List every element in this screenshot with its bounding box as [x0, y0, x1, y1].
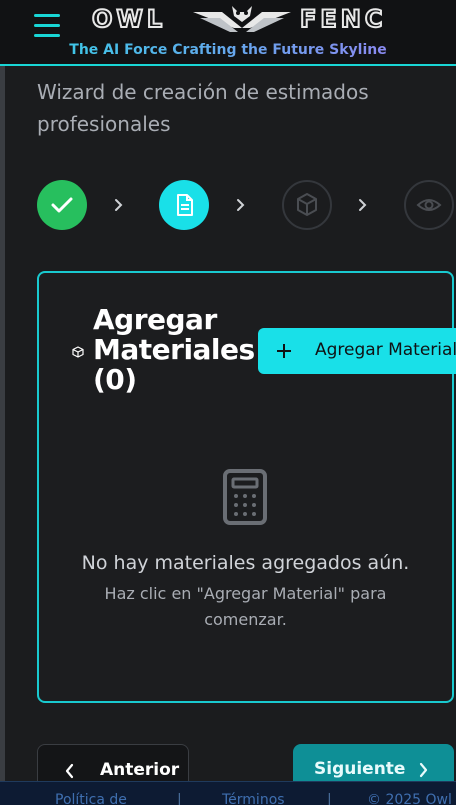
- chevron-right-icon: [419, 762, 428, 778]
- eye-icon: [416, 199, 442, 211]
- step-3-pending[interactable]: [282, 180, 332, 230]
- add-material-button[interactable]: Agregar Material: [258, 328, 456, 374]
- step-1-completed[interactable]: [37, 180, 87, 230]
- copyright-text: © 2025 Owl: [367, 792, 452, 805]
- cube-icon: [72, 346, 84, 358]
- cube-icon: [297, 193, 317, 216]
- hamburger-menu-icon[interactable]: [34, 14, 60, 38]
- previous-label: Anterior: [100, 760, 180, 780]
- step-4-pending[interactable]: [404, 180, 454, 230]
- chevron-right-icon: [359, 199, 367, 211]
- plus-icon: [277, 344, 291, 358]
- privacy-link[interactable]: Política de: [55, 792, 127, 805]
- materials-title: Agregar Materiales (0): [93, 303, 255, 396]
- empty-state-hint: Haz clic en "Agregar Material" para come…: [104, 584, 387, 629]
- chevron-right-icon: [115, 199, 123, 211]
- step-2-active[interactable]: [159, 180, 209, 230]
- check-icon: [51, 197, 73, 213]
- chevron-left-icon: [65, 763, 74, 779]
- document-icon: [177, 194, 193, 216]
- next-label: Siguiente: [314, 759, 406, 779]
- terms-link[interactable]: Términos: [222, 792, 285, 805]
- brand-left-text: OWL: [92, 5, 166, 33]
- empty-state-title: No hay materiales agregados aún.: [81, 552, 410, 574]
- owl-fenc-logo: OWL FENC: [92, 4, 387, 34]
- owl-wings-icon: [193, 6, 291, 32]
- window-edge: [0, 0, 5, 804]
- calculator-icon: [223, 469, 267, 525]
- wizard-subtitle: Wizard de creación de estimados profesio…: [37, 80, 369, 136]
- tagline: The AI Force Crafting the Future Skyline: [0, 42, 456, 58]
- add-material-label: Agregar Material: [315, 340, 456, 360]
- chevron-right-icon: [237, 199, 245, 211]
- brand-right-text: FENC: [300, 5, 387, 33]
- app-header: OWL FENC The AI Force Crafting the Futur…: [0, 0, 456, 66]
- footer: Política de | Términos | © 2025 Owl: [0, 781, 456, 805]
- footer-separator: |: [177, 792, 182, 805]
- footer-separator: |: [327, 792, 332, 805]
- materials-card: Agregar Materiales (0) Agregar Material …: [37, 271, 456, 703]
